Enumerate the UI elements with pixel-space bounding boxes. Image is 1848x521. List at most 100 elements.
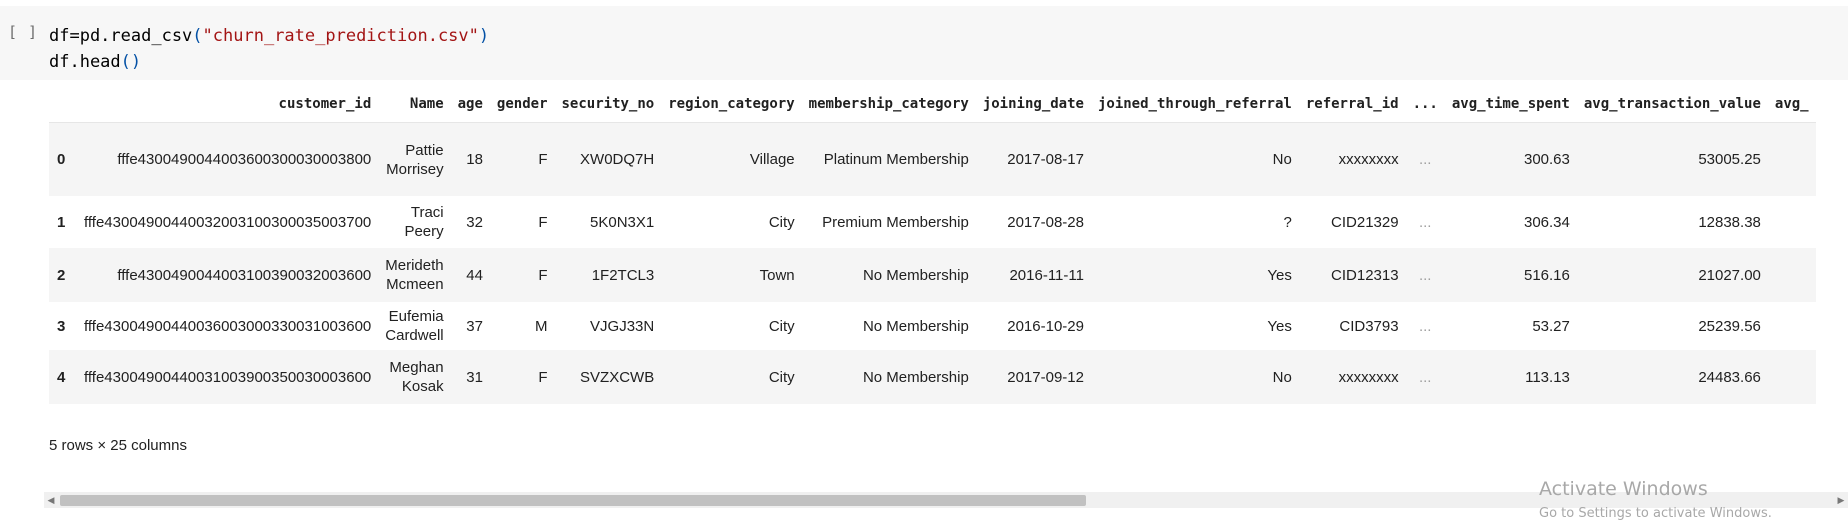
table-row: 1 fffe43004900440032003100300035003700 T… [49,196,1816,248]
cell-age: 32 [466,213,483,231]
cell-joined-through-referral: No [1090,122,1299,196]
row-index: 1 [57,213,66,231]
scroll-left-icon[interactable]: ◀ [44,492,58,508]
cell-ellipsis: ... [1418,317,1432,335]
cell-security-no: VJGJ33N [590,317,655,335]
cell-gender: F [538,213,548,231]
cell-joining-date: 2016-10-29 [1007,317,1084,335]
cell-name: Meghan Kosak [378,350,451,404]
code-paren: ( [192,26,203,46]
table-row: 4 fffe43004900440031003900350030003600 M… [49,350,1816,404]
cell-region-category: City [768,317,795,335]
cell-region-category: City [768,213,795,231]
cell-avg-transaction-value: 21027.00 [1576,248,1768,302]
cell-gender: M [535,317,548,335]
cell-ellipsis: ... [1405,248,1445,302]
column-header: region_category [668,96,795,112]
code-editor[interactable]: df=pd.read_csv("churn_rate_prediction.cs… [49,23,489,75]
cell-gender: F [489,122,555,196]
column-header: avg_transaction_value [1583,96,1761,112]
cell-age: 31 [450,350,490,404]
column-header: joined_through_referral [1097,96,1292,112]
table-row: 0 fffe4300490044003600300030003800 Patti… [49,122,1816,196]
cell-name-last: Cardwell [385,327,444,344]
cell-ellipsis: ... [1405,122,1445,196]
column-header: joining_date [982,96,1084,112]
watermark-title: Activate Windows [1539,478,1708,500]
cell-security-no: XW0DQ7H [554,122,662,196]
table-row: 2 fffe4300490044003100390032003600 Merid… [49,248,1816,302]
cell-avg-transaction-value: 24483.66 [1576,350,1768,404]
cell-output: customer_id Name age gender security_no … [49,86,1848,404]
activate-windows-watermark: Activate Windows Go to Settings to activ… [1539,478,1772,521]
cell-referral-id: xxxxxxxx [1298,350,1406,404]
column-header: security_no [561,96,655,112]
cell-customer-id: fffe43004900440031003900350030003600 [77,350,379,404]
row-index: 2 [49,248,77,302]
cell-joined-through-referral: Yes [1267,317,1292,335]
cell-customer-id: fffe43004900440036003000330031003600 [84,317,372,335]
code-paren: ) [478,26,490,46]
cell-joining-date: 2017-09-12 [975,350,1091,404]
cell-name-first: Eufemia [388,308,444,325]
cell-membership-category: No Membership [801,248,976,302]
run-cell-button[interactable]: [ ] [8,23,38,41]
column-header: referral_id [1305,96,1399,112]
cell-region-category: City [661,350,802,404]
scrollbar-thumb[interactable] [60,495,1086,506]
cell-name: Eufemia Cardwell [378,302,450,350]
cell-referral-id: xxxxxxxx [1298,122,1406,196]
cell-avg-time-spent: 53.27 [1532,317,1570,335]
cell-name-last: Morrisey [386,160,444,178]
cell-truncated [1767,122,1816,196]
cell-referral-id: CID3793 [1339,317,1399,335]
cell-ellipsis: ... [1405,350,1445,404]
column-header: Name [409,96,444,112]
cell-name: Merideth Mcmeen [378,248,451,302]
cell-avg-time-spent: 306.34 [1523,213,1570,231]
row-index: 4 [49,350,77,404]
cell-name-last: Kosak [401,378,444,395]
code-string: "churn_rate_prediction.csv" [202,26,479,46]
cell-joined-through-referral: Yes [1090,248,1299,302]
row-index: 0 [49,122,77,196]
cell-security-no: 5K0N3X1 [590,213,655,231]
cell-customer-id: fffe4300490044003600300030003800 [77,122,379,196]
column-header: avg_time_spent [1451,96,1570,112]
cell-avg-transaction-value: 12838.38 [1698,213,1761,231]
row-index: 3 [57,317,66,335]
column-header: membership_category [808,96,969,112]
cell-name-first: Meghan [389,359,444,376]
cell-avg-time-spent: 300.63 [1444,122,1577,196]
cell-region-category: Town [661,248,802,302]
dataframe-shape-summary: 5 rows × 25 columns [49,437,187,454]
scroll-right-icon[interactable]: ▶ [1834,492,1848,508]
cell-name-first: Traci [410,204,444,221]
cell-customer-id: fffe43004900440032003100300035003700 [84,213,372,231]
cell-membership-category: No Membership [862,317,969,335]
column-header: avg_ [1774,96,1809,112]
code-token: df.head [49,52,121,72]
cell-name-last: Mcmeen [386,276,444,293]
index-header [49,86,77,123]
cell-region-category: Village [661,122,802,196]
column-header: gender [496,96,548,112]
code-cell[interactable]: [ ] df=pd.read_csv("churn_rate_predictio… [0,6,1848,80]
cell-joined-through-referral: ? [1283,213,1292,231]
cell-age: 18 [450,122,490,196]
cell-security-no: 1F2TCL3 [554,248,662,302]
cell-avg-time-spent: 113.13 [1444,350,1577,404]
cell-referral-id: CID21329 [1331,213,1399,231]
column-header: ... [1412,96,1438,112]
column-header: age [457,96,483,112]
code-token: df=pd.read_csv [49,26,193,46]
cell-referral-id: CID12313 [1298,248,1406,302]
cell-joining-date: 2017-08-17 [975,122,1091,196]
cell-name-first: Merideth [385,257,444,274]
cell-membership-category: Premium Membership [822,213,969,231]
cell-truncated [1768,302,1816,350]
cell-name-first: Pattie [405,141,444,159]
cell-truncated [1767,350,1816,404]
cell-customer-id: fffe4300490044003100390032003600 [77,248,379,302]
table-row: 3 fffe43004900440036003000330031003600 E… [49,302,1816,350]
